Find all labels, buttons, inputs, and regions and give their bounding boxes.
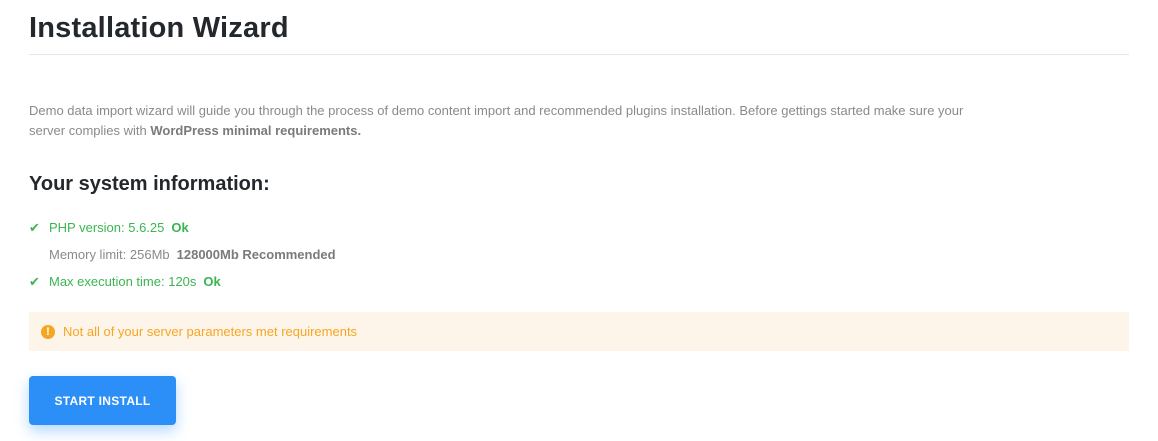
wizard-container: Installation Wizard Demo data import wiz… — [29, 0, 1129, 351]
page-title: Installation Wizard — [29, 12, 289, 44]
title-divider — [29, 54, 1129, 55]
check-label: Memory limit: 256Mb — [49, 247, 170, 262]
system-info-heading: Your system information: — [29, 173, 270, 195]
check-row-php: ✔ PHP version: 5.6.25 Ok — [29, 214, 1129, 241]
check-status: Ok — [203, 274, 221, 289]
requirements-link: WordPress minimal requirements. — [150, 123, 362, 138]
check-status: 128000Mb Recommended — [176, 247, 336, 262]
check-row-execution-time: ✔ Max execution time: 120s Ok — [29, 268, 1129, 295]
exclamation-circle-icon: ! — [41, 324, 55, 339]
check-row-memory: Memory limit: 256Mb 128000Mb Recommended — [29, 241, 1129, 268]
check-label: Max execution time: 120s — [49, 274, 197, 289]
check-icon: ✔ — [29, 220, 40, 235]
requirements-alert: ! Not all of your server parameters met … — [29, 312, 1129, 351]
intro-text: Demo data import wizard will guide you t… — [29, 101, 979, 141]
check-label: PHP version: 5.6.25 — [49, 220, 165, 235]
alert-message: Not all of your server parameters met re… — [63, 324, 358, 339]
system-checks-list: ✔ PHP version: 5.6.25 Ok Memory limit: 2… — [29, 214, 1129, 295]
start-install-button[interactable]: START INSTALL — [29, 376, 176, 425]
check-status: Ok — [171, 220, 189, 235]
check-icon: ✔ — [29, 274, 40, 289]
